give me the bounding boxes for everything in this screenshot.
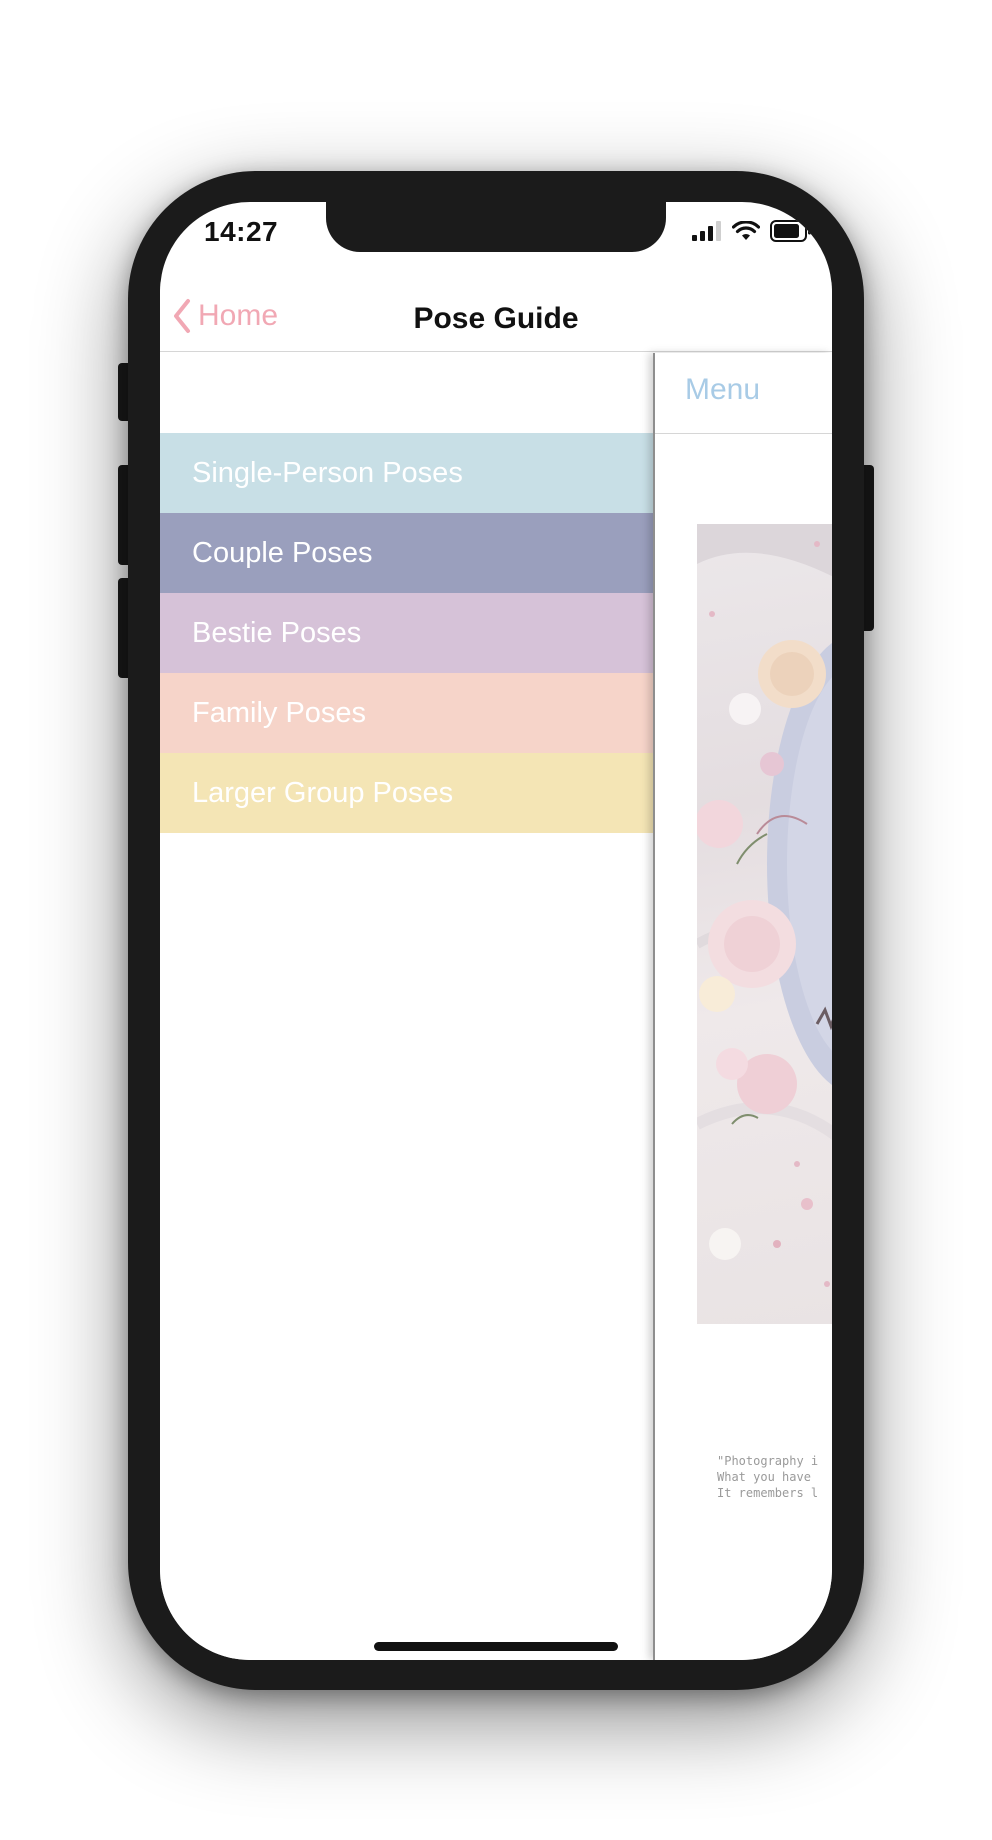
menu-button[interactable]: Menu (685, 373, 760, 407)
menu-item-label: Family Poses (192, 696, 367, 729)
quote-line: It remembers l (717, 1486, 819, 1500)
menu-item-label: Couple Poses (192, 536, 373, 569)
quote-line: What you have (717, 1470, 811, 1484)
notch (326, 202, 666, 252)
menu-item-label: Bestie Poses (192, 616, 362, 649)
photography-quote: "Photography i What you have It remember… (717, 1453, 832, 1501)
quote-line: "Photography i (717, 1454, 819, 1468)
wifi-icon (732, 221, 760, 240)
menu-list: Single-Person Poses Couple Poses Bestie … (160, 433, 653, 833)
floral-photo-art (697, 524, 832, 1287)
floral-photo (697, 524, 832, 1324)
stage: 14:27 Home Pose Guide Single-Person Pose… (0, 0, 992, 1840)
content-panel[interactable]: Menu "Photography i What you have It rem… (653, 353, 832, 1660)
home-indicator[interactable] (374, 1642, 618, 1651)
status-time: 14:27 (204, 216, 279, 247)
menu-item-single-person-poses[interactable]: Single-Person Poses (160, 433, 653, 513)
side-menu: Single-Person Poses Couple Poses Bestie … (160, 353, 653, 1660)
menu-item-larger-group-poses[interactable]: Larger Group Poses (160, 753, 653, 833)
status-icons (692, 220, 812, 242)
menu-item-bestie-poses[interactable]: Bestie Poses (160, 593, 653, 673)
menu-item-couple-poses[interactable]: Couple Poses (160, 513, 653, 593)
menu-item-label: Single-Person Poses (192, 456, 463, 489)
battery-icon (770, 220, 811, 242)
phone-screen: 14:27 Home Pose Guide Single-Person Pose… (160, 202, 832, 1660)
cellular-signal-icon (692, 221, 721, 241)
menu-item-label: Larger Group Poses (192, 776, 454, 809)
navigation-bar: Home Pose Guide (160, 282, 832, 352)
page-title: Pose Guide (413, 302, 579, 335)
content-header: Menu (655, 353, 832, 434)
menu-item-family-poses[interactable]: Family Poses (160, 673, 653, 753)
